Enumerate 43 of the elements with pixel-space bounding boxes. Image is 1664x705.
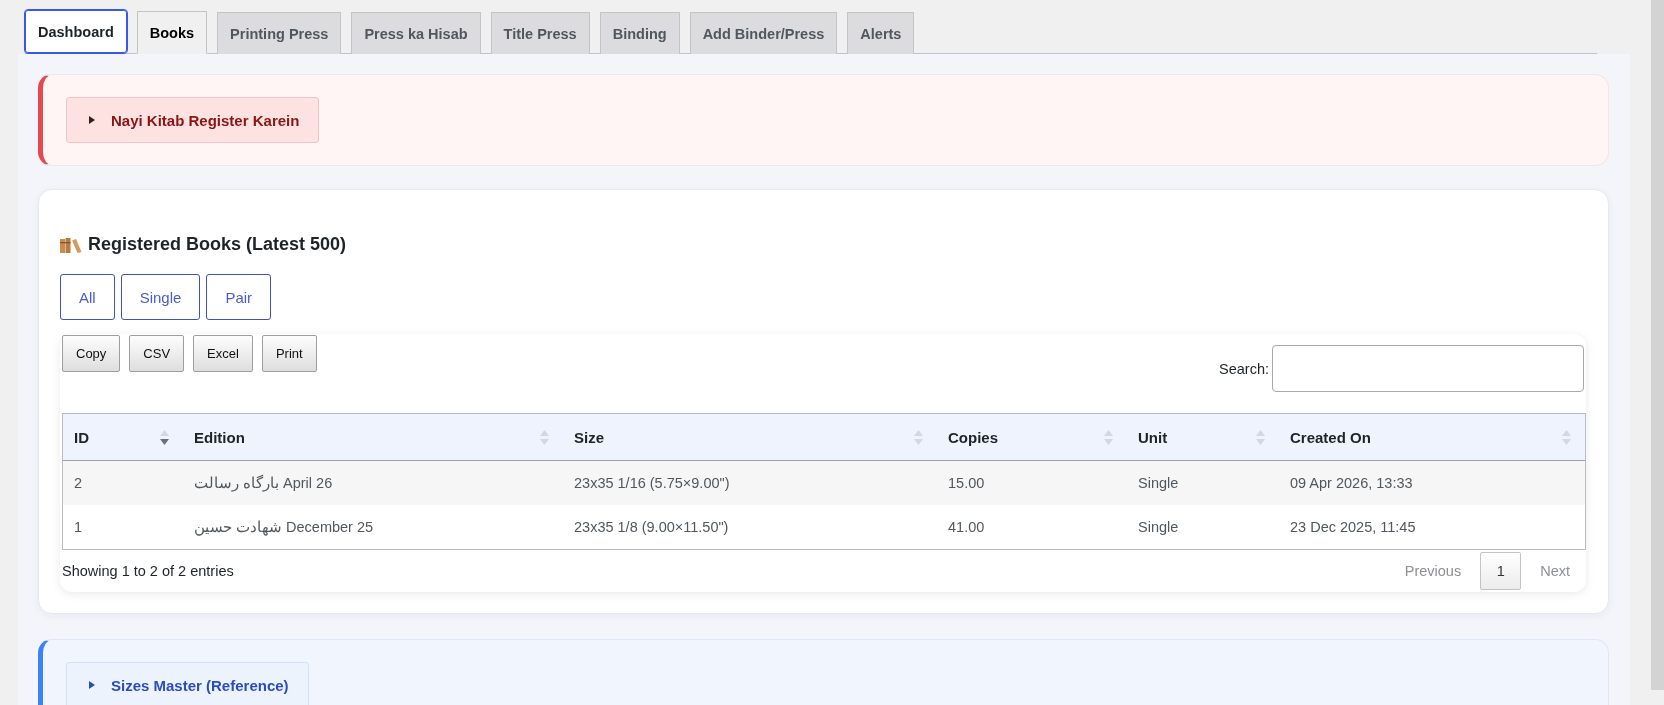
caret-icon <box>89 681 95 689</box>
search-label: Search: <box>1219 360 1269 377</box>
table-cell-text: 1 <box>73 518 84 537</box>
table-cell: 23x35 1/16 (5.75×9.00") <box>563 461 937 505</box>
column-header[interactable]: Size <box>563 414 937 461</box>
nav-tab[interactable]: Add Binder/Press <box>689 12 838 54</box>
table-cell: 09 Apr 2026, 13:33 <box>1279 461 1585 505</box>
export-button[interactable]: Print <box>261 335 317 372</box>
nav-tab[interactable]: Books <box>136 11 208 54</box>
export-button[interactable]: Copy <box>62 335 121 372</box>
books-icon <box>60 235 82 253</box>
column-header[interactable]: Unit <box>1127 414 1279 461</box>
entries-info: Showing 1 to 2 of 2 entries <box>62 563 234 579</box>
nav-tab[interactable]: Alerts <box>847 12 915 54</box>
section-title: Registered Books (Latest 500) <box>88 233 347 256</box>
table-cell-text: 41.00 <box>947 518 986 537</box>
section-toggle[interactable]: Sizes Master (Reference) <box>66 662 309 705</box>
table-cell: Single <box>1127 461 1279 505</box>
filter-button[interactable]: All <box>60 274 115 320</box>
table-cell: 2 <box>63 461 183 505</box>
caret-icon <box>89 116 95 124</box>
nav-tab[interactable]: Press ka Hisab <box>351 12 481 54</box>
table-cell: بارگاه رسالت April 26 <box>183 461 563 505</box>
column-header[interactable]: Copies <box>937 414 1127 461</box>
table-cell-text: 23x35 1/8 (9.00×11.50") <box>573 518 730 537</box>
nav-tab[interactable]: Printing Press <box>217 12 342 54</box>
nav-tab[interactable]: Dashboard <box>25 10 127 53</box>
filter-button[interactable]: Pair <box>206 274 272 320</box>
section-toggle[interactable]: Nayi Kitab Register Karein <box>66 97 320 143</box>
export-button[interactable]: Excel <box>193 335 253 372</box>
table-cell-text: شهادت حسین December 25 <box>193 518 375 538</box>
column-header[interactable]: ID <box>63 414 183 461</box>
nav-tab[interactable]: Binding <box>599 12 680 54</box>
table-cell-text: 23 Dec 2025, 11:45 <box>1289 518 1417 537</box>
filter-button[interactable]: Single <box>120 274 201 320</box>
column-header[interactable]: Edition <box>183 414 563 461</box>
nav-tab[interactable]: Title Press <box>490 12 590 54</box>
search-field[interactable] <box>1272 345 1584 392</box>
table-cell: 15.00 <box>937 461 1127 505</box>
page-button[interactable]: 1 <box>1480 552 1522 590</box>
table-cell-text: Single <box>1137 518 1180 537</box>
export-button[interactable]: CSV <box>129 335 185 372</box>
column-header[interactable]: Created On <box>1279 414 1585 461</box>
